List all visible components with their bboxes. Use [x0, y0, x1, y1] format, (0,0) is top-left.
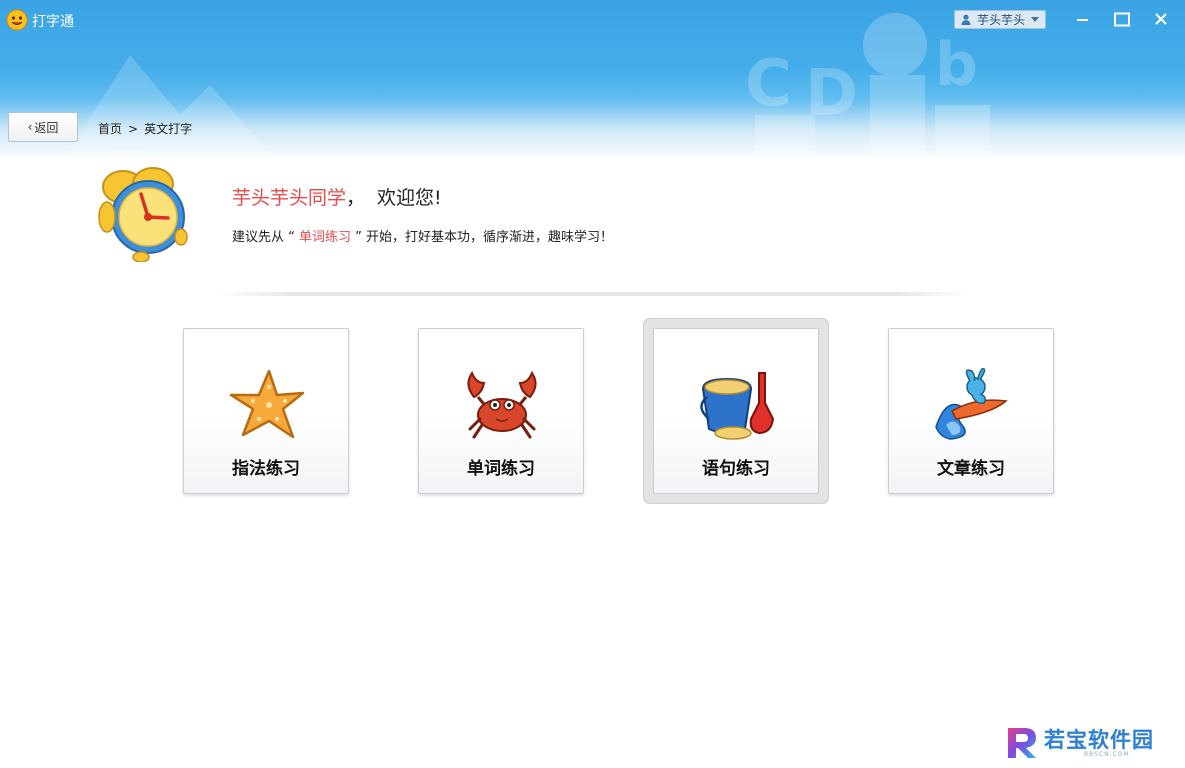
chevron-left-icon: ‹ [27, 120, 33, 134]
suggestion-suffix: ” 开始，打好基本功，循序渐进，趣味学习！ [351, 230, 614, 245]
breadcrumb-separator: > [128, 121, 139, 136]
card-label: 语句练习 [702, 459, 770, 479]
watermark-logo-icon [1008, 728, 1036, 758]
card-label: 文章练习 [937, 459, 1005, 479]
user-name: 芋头芋头 [977, 13, 1026, 27]
starfish-icon [229, 369, 305, 439]
sand-bucket-icon [700, 372, 775, 440]
breadcrumb-home[interactable]: 首页 [98, 120, 122, 137]
mountain-decoration [63, 55, 276, 160]
suggestion-text: 建议先从 “ 单词练习 ” 开始，打好基本功，循序渐进，趣味学习！ [232, 226, 613, 245]
back-button-label: 返回 [34, 120, 59, 135]
window-title: 打字通 [32, 14, 74, 30]
sentence-practice-card[interactable]: 语句练习 [653, 328, 819, 494]
crab-icon [467, 370, 537, 439]
user-account-dropdown[interactable]: 芋头芋头 [954, 10, 1046, 29]
site-watermark: 若宝软件园 RBSCN.COM [1004, 724, 1169, 762]
section-divider [218, 292, 970, 296]
watermark-subtext: RBSCN.COM [1084, 751, 1130, 758]
watermark-text: 若宝软件园 [1044, 728, 1154, 752]
user-icon [961, 14, 971, 25]
chevron-down-icon [1031, 17, 1040, 22]
surfing-rabbit-icon [935, 367, 1008, 440]
breadcrumb: 首页 > 英文打字 [98, 120, 192, 137]
breadcrumb-current: 英文打字 [144, 122, 193, 136]
welcome-greeting: 欢迎您! [377, 187, 442, 209]
finger-practice-card[interactable]: 指法练习 [183, 328, 349, 494]
back-button[interactable]: ‹ 返回 [8, 112, 78, 142]
card-label: 指法练习 [232, 459, 300, 479]
welcome-comma: ， [346, 187, 366, 209]
smiley-logo-icon [6, 9, 28, 31]
article-practice-card[interactable]: 文章练习 [888, 328, 1054, 494]
svg-text:C: C [745, 47, 792, 121]
student-name: 芋头芋头同学 [232, 187, 347, 209]
suggestion-prefix: 建议先从 “ [232, 230, 299, 245]
welcome-heading: 芋头芋头同学 ， 欢迎您! [232, 183, 442, 210]
card-label: 单词练习 [467, 459, 535, 479]
maximize-button[interactable] [1109, 8, 1135, 32]
suggestion-highlight: 单词练习 [299, 230, 352, 245]
alarm-clock-icon [98, 167, 188, 262]
minimize-button[interactable] [1070, 8, 1096, 32]
close-button[interactable] [1148, 8, 1174, 32]
word-practice-card[interactable]: 单词练习 [418, 328, 584, 494]
svg-text:b: b [935, 30, 978, 100]
